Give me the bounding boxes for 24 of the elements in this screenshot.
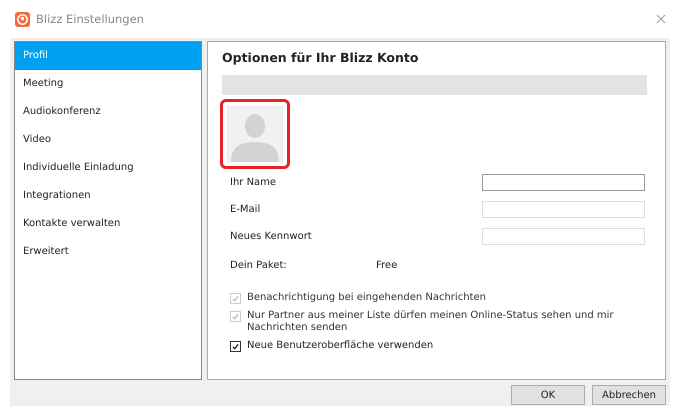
avatar-icon[interactable]: [227, 106, 283, 162]
ok-button[interactable]: OK: [511, 385, 585, 405]
option-label: Nur Partner aus meiner Liste dürfen meinen Online-Status sehen und mir Nachrichten senden: [247, 310, 615, 334]
package-label: Dein Paket:: [230, 260, 288, 270]
option-label: Neue Benutzeroberfläche verwenden: [247, 340, 434, 352]
sidebar-item[interactable]: Kontakte verwalten: [15, 210, 201, 238]
sidebar-item[interactable]: Video: [15, 126, 201, 154]
close-icon[interactable]: [656, 14, 666, 24]
checkbox[interactable]: [230, 341, 241, 352]
sidebar-item[interactable]: Meeting: [15, 70, 201, 98]
package-value: Free: [376, 260, 398, 270]
field-label: E-Mail: [230, 204, 260, 215]
sidebar-item[interactable]: Audiokonferenz: [15, 98, 201, 126]
field-label: Ihr Name: [230, 177, 276, 188]
window-title: Blizz Einstellungen: [36, 12, 145, 26]
app-logo-icon: [15, 12, 30, 26]
panel-title: Optionen für Ihr Blizz Konto: [222, 50, 420, 65]
input-field[interactable]: [482, 174, 645, 191]
sidebar-item[interactable]: Individuelle Einladung: [15, 154, 201, 182]
field-label: Neues Kennwort: [230, 231, 312, 242]
cancel-button[interactable]: Abbrechen: [592, 385, 666, 405]
sidebar-item[interactable]: Integrationen: [15, 182, 201, 210]
option-label: Benachrichtigung bei eingehenden Nachrichten: [247, 292, 486, 304]
sidebar-item[interactable]: Erweitert: [15, 238, 201, 266]
